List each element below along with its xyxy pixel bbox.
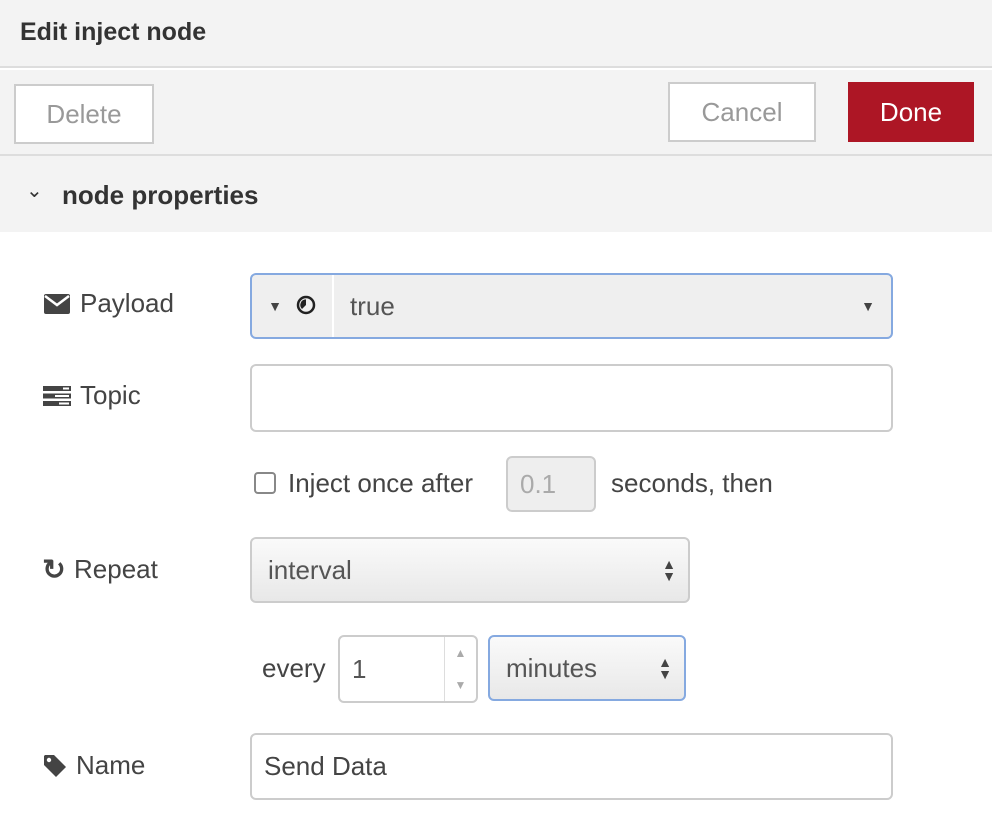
dialog-header: Edit inject node	[0, 0, 992, 68]
topic-input[interactable]	[250, 364, 893, 432]
done-button[interactable]: Done	[848, 82, 974, 142]
caret-down-icon: ▼	[861, 298, 875, 314]
cancel-button[interactable]: Cancel	[668, 82, 816, 142]
chevron-down-icon: ⌄	[26, 180, 43, 202]
interval-unit-select[interactable]: minutes ▲ ▼	[488, 635, 686, 701]
select-arrows-icon: ▲ ▼	[662, 556, 676, 584]
repeat-select[interactable]: interval ▲ ▼	[250, 537, 690, 603]
section-label: node properties	[62, 180, 259, 210]
repeat-label: ↻ Repeat	[42, 554, 158, 585]
payload-type-select[interactable]: ▼	[252, 275, 334, 337]
topic-label: Topic	[42, 380, 141, 411]
step-down-icon[interactable]: ▼	[455, 678, 467, 692]
inject-once-label: Inject once after	[288, 468, 473, 498]
seconds-label: seconds, then	[611, 468, 773, 498]
refresh-icon: ↻	[42, 554, 66, 585]
payload-input[interactable]: ▼ true ▼	[250, 273, 893, 339]
dialog-title: Edit inject node	[20, 18, 207, 46]
inject-once-checkbox[interactable]	[254, 472, 276, 494]
envelope-icon	[42, 293, 72, 315]
delete-button[interactable]: Delete	[14, 84, 154, 144]
name-label: Name	[42, 750, 145, 781]
step-up-icon[interactable]: ▲	[455, 646, 467, 660]
payload-value: true	[350, 290, 395, 321]
inject-delay-input[interactable]: 0.1	[506, 456, 596, 512]
name-input[interactable]: Send Data	[250, 733, 893, 800]
interval-stepper[interactable]: 1 ▲ ▼	[338, 635, 478, 703]
dialog-toolbar: Delete Cancel Done	[0, 70, 992, 156]
tag-icon	[42, 754, 68, 778]
tasks-icon	[42, 385, 72, 407]
every-label: every	[262, 653, 326, 683]
node-properties-section[interactable]: ⌄ node properties	[0, 156, 992, 232]
caret-down-icon: ▼	[268, 298, 282, 314]
payload-label: Payload	[42, 288, 174, 319]
boolean-icon	[296, 291, 316, 322]
select-arrows-icon: ▲ ▼	[658, 654, 672, 682]
